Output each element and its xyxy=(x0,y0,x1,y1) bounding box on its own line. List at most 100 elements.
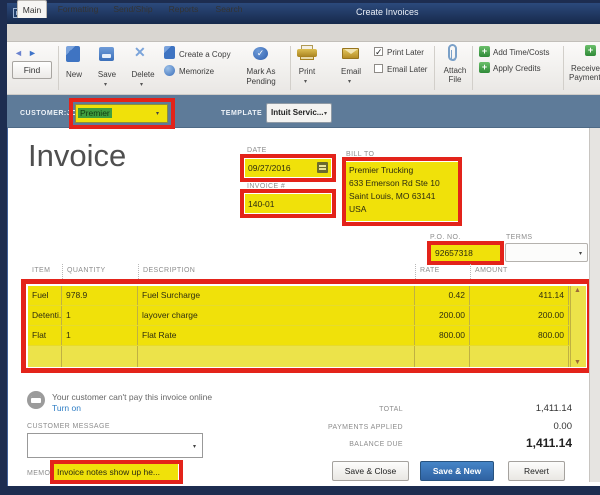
calendar-icon[interactable] xyxy=(317,162,328,173)
scroll-down-icon[interactable]: ▼ xyxy=(574,359,581,366)
back-arrow-icon[interactable]: ◄ xyxy=(14,48,23,58)
print-button[interactable]: Print xyxy=(293,67,321,76)
template-label: TEMPLATE xyxy=(221,110,262,117)
email-button[interactable]: Email xyxy=(336,67,366,76)
cell-rate[interactable]: 0.42 xyxy=(415,286,470,305)
toolbar-separator xyxy=(563,46,564,90)
po-no-field[interactable]: 92657318 xyxy=(431,245,500,261)
cell-quantity[interactable]: 1 xyxy=(62,326,138,345)
add-time-costs-button[interactable]: Add Time/Costs xyxy=(493,48,559,57)
invoice-no-field[interactable]: 140-01 xyxy=(245,194,331,213)
cell-quantity[interactable]: 978.9 xyxy=(62,286,138,305)
apply-credits-icon: + xyxy=(479,62,490,73)
cell-description[interactable]: layover charge xyxy=(138,306,415,325)
col-header-amount[interactable]: AMOUNT xyxy=(470,264,570,279)
cell-rate[interactable]: 200.00 xyxy=(415,306,470,325)
print-dropdown-icon[interactable]: ▾ xyxy=(304,78,307,85)
cell-item[interactable] xyxy=(28,346,62,367)
cell-description[interactable]: Flat Rate xyxy=(138,326,415,345)
toolbar-separator xyxy=(290,46,291,90)
tab-reports[interactable]: Reports xyxy=(167,0,200,18)
chevron-down-icon: ▾ xyxy=(193,443,196,450)
email-dropdown-icon[interactable]: ▾ xyxy=(348,78,351,85)
items-table: Fuel 978.9 Fuel Surcharge 0.42 411.14 De… xyxy=(28,286,586,367)
cell-rate[interactable]: 800.00 xyxy=(415,326,470,345)
col-header-quantity[interactable]: QUANTITY xyxy=(62,264,138,279)
balance-due-value: 1,411.14 xyxy=(460,436,572,450)
revert-button[interactable]: Revert xyxy=(508,461,565,481)
terms-label: TERMS xyxy=(506,234,533,241)
cell-amount[interactable] xyxy=(470,346,569,367)
create-copy-button[interactable]: Create a Copy xyxy=(179,50,241,59)
delete-button[interactable]: Delete xyxy=(126,70,160,79)
cell-item[interactable]: Flat xyxy=(28,326,62,345)
find-button[interactable]: Find xyxy=(12,61,52,79)
window-scrollbar[interactable] xyxy=(589,128,600,482)
save-close-button[interactable]: Save & Close xyxy=(332,461,409,481)
customer-message-dropdown[interactable]: ▾ xyxy=(27,433,203,458)
cell-rate[interactable] xyxy=(415,346,470,367)
tab-formatting[interactable]: Formatting xyxy=(56,0,100,18)
save-dropdown-icon[interactable]: ▾ xyxy=(104,81,107,88)
cell-description[interactable]: Fuel Surcharge xyxy=(138,286,415,305)
cell-amount[interactable]: 411.14 xyxy=(470,286,569,305)
toolbar-separator xyxy=(472,46,473,90)
mark-pending-button-line2[interactable]: Pending xyxy=(240,77,282,86)
turn-on-link[interactable]: Turn on xyxy=(52,403,81,413)
cell-amount[interactable]: 800.00 xyxy=(470,326,569,345)
attach-file-button[interactable]: Attach xyxy=(438,66,472,75)
email-later-label[interactable]: Email Later xyxy=(387,65,431,74)
table-row[interactable]: Flat 1 Flat Rate 800.00 800.00 xyxy=(28,326,586,346)
cell-item[interactable]: Detenti... xyxy=(28,306,62,325)
attach-file-icon xyxy=(448,44,457,61)
print-later-label[interactable]: Print Later xyxy=(387,48,427,57)
bill-to-field[interactable]: Premier Trucking 633 Emerson Rd Ste 10 S… xyxy=(346,162,458,221)
save-button[interactable]: Save xyxy=(92,70,122,79)
template-value: Intuit Servic... xyxy=(271,108,323,117)
print-later-checkbox[interactable]: ✓ xyxy=(374,47,383,56)
mark-pending-button[interactable]: Mark As xyxy=(240,67,282,76)
payments-applied-label: PAYMENTS APPLIED xyxy=(303,424,403,431)
customer-job-dropdown[interactable]: Premier ▾ xyxy=(75,104,168,123)
items-table-header: ITEM QUANTITY DESCRIPTION RATE AMOUNT xyxy=(28,264,586,279)
col-header-description[interactable]: DESCRIPTION xyxy=(138,264,415,279)
memo-value: Invoice notes show up he... xyxy=(57,467,160,477)
cell-quantity[interactable] xyxy=(62,346,138,367)
cell-description[interactable] xyxy=(138,346,415,367)
scroll-up-icon[interactable]: ▲ xyxy=(574,287,581,294)
cell-quantity[interactable]: 1 xyxy=(62,306,138,325)
chevron-down-icon: ▾ xyxy=(579,250,582,257)
table-row-empty[interactable] xyxy=(28,346,586,367)
total-value: 1,411.14 xyxy=(460,403,572,414)
tab-search[interactable]: Search xyxy=(214,0,244,18)
attach-file-button-line2[interactable]: File xyxy=(438,75,472,84)
col-header-item[interactable]: ITEM xyxy=(28,264,62,279)
tab-send-ship[interactable]: Send/Ship xyxy=(112,0,154,18)
email-icon xyxy=(342,48,359,59)
date-field[interactable]: 09/27/2016 xyxy=(245,159,331,177)
table-row[interactable]: Fuel 978.9 Fuel Surcharge 0.42 411.14 xyxy=(28,286,586,306)
cell-item[interactable]: Fuel xyxy=(28,286,62,305)
terms-dropdown[interactable]: ▾ xyxy=(505,243,588,262)
email-later-checkbox[interactable] xyxy=(374,64,383,73)
new-button[interactable]: New xyxy=(60,70,88,79)
cell-amount[interactable]: 200.00 xyxy=(470,306,569,325)
ribbon-tab-bar xyxy=(7,24,600,42)
forward-arrow-icon[interactable]: ► xyxy=(28,48,37,58)
table-scrollbar[interactable]: ▲ ▼ xyxy=(570,286,586,367)
memo-field[interactable]: Invoice notes show up he... xyxy=(54,464,178,480)
receive-payments-button-line2[interactable]: Payments xyxy=(569,73,600,82)
bill-to-label: BILL TO xyxy=(346,151,374,158)
new-icon xyxy=(66,46,80,62)
table-row[interactable]: Detenti... 1 layover charge 200.00 200.0… xyxy=(28,306,586,326)
apply-credits-button[interactable]: Apply Credits xyxy=(493,64,553,73)
tab-main[interactable]: Main xyxy=(17,0,47,18)
memorize-button[interactable]: Memorize xyxy=(179,67,229,76)
receive-payments-button[interactable]: Receive xyxy=(571,64,600,73)
create-copy-icon xyxy=(164,46,175,59)
save-new-button[interactable]: Save & New xyxy=(420,461,494,481)
bill-to-line: Saint Louis, MO 63141 xyxy=(349,190,455,203)
delete-dropdown-icon[interactable]: ▾ xyxy=(140,81,143,88)
col-header-rate[interactable]: RATE xyxy=(415,264,470,279)
template-dropdown[interactable]: Intuit Servic... ▾ xyxy=(266,103,332,123)
